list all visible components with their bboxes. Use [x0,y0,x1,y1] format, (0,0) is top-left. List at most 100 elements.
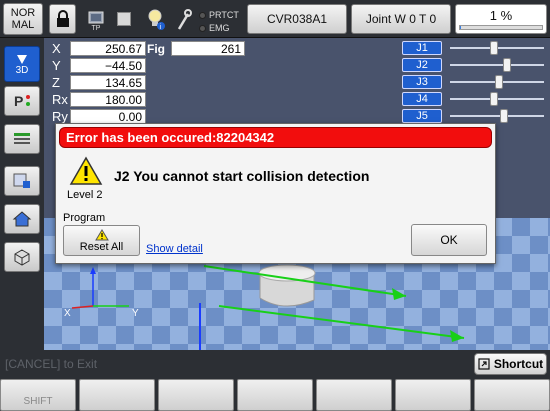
tp-label: TP [91,24,101,32]
robot-name-button[interactable]: CVR038A1 [247,4,347,34]
joint-row-j1: J1 [402,41,544,55]
joint-slider-knob[interactable] [500,109,508,123]
speed-override-button[interactable]: 1 % [455,4,547,34]
program-label: Program [63,212,106,224]
teach-pendant-indicator: TP [85,8,107,34]
joint-slider-j3[interactable] [450,75,544,89]
speed-bar [459,25,543,30]
lock-button[interactable] [49,4,76,34]
error-level: Level 2 [67,189,103,201]
mode-normal-button[interactable]: NOR MAL [3,3,43,35]
fig-value: 261 [171,41,245,56]
top-bar: NOR MAL TP i PRTCT EMG CVR038A1 Joint W … [0,0,550,38]
status-bar: [CANCEL] to Exit Shortcut [0,350,550,378]
io-icon [13,173,30,188]
object-button[interactable] [4,242,40,272]
fkey-1[interactable]: SHIFT [0,379,76,411]
io-button[interactable] [4,166,40,196]
shortcut-icon [478,358,490,370]
info-bulb-button[interactable]: i [146,8,166,32]
list-button[interactable] [4,124,40,154]
joint-row-j3: J3 [402,75,544,89]
lock-icon [56,10,69,27]
error-dialog: Error has been occured:82204342 J2 You c… [55,123,496,264]
coord-row-ry: Ry 0.00 [52,109,146,124]
coord-value: 0.00 [70,109,146,124]
emg-led-icon [199,24,206,32]
lightbulb-icon: i [148,9,165,31]
protect-led-icon [199,11,206,19]
emg-indicator: EMG [199,23,230,33]
joint-button-j2[interactable]: J2 [402,58,442,72]
shortcut-label: Shortcut [493,357,544,371]
figure-readout: Fig 261 [147,41,245,56]
svg-text:P: P [14,93,23,109]
cancel-hint: [CANCEL] to Exit [5,357,98,371]
speed-percent: 1 % [489,8,513,23]
point-button[interactable]: P [4,86,40,116]
error-message: J2 You cannot start collision detection [114,168,370,184]
ok-button[interactable]: OK [411,224,487,256]
joint-slider-knob[interactable] [490,41,498,55]
warning-icon [69,156,103,185]
fig-label: Fig [147,41,165,56]
world-y-arrow-icon [450,330,464,342]
joint-button-j4[interactable]: J4 [402,92,442,106]
points-icon: P [14,93,30,109]
sidebar: 3D P [0,38,44,350]
coord-row-x: X 250.67 [52,41,146,56]
list-icon [14,133,30,144]
fkey-5[interactable] [316,379,392,411]
fkey-4[interactable] [237,379,313,411]
joint-button-j5[interactable]: J5 [402,109,442,123]
joint-row-j4: J4 [402,92,544,106]
reset-all-label: Reset All [79,240,124,253]
3d-view-label: 3D [15,64,29,76]
joint-button-j1[interactable]: J1 [402,41,442,55]
coord-value: 180.00 [70,92,146,107]
warning-small-icon [94,228,109,240]
teach-pendant-icon [88,11,104,23]
coord-label: X [52,41,61,56]
joint-button-j3[interactable]: J3 [402,75,442,89]
world-y-axis [218,305,465,339]
coord-label: Y [52,58,61,73]
fkey-3[interactable] [158,379,234,411]
wrench-icon [177,9,192,30]
fkey-6[interactable] [395,379,471,411]
coord-row-y: Y −44.50 [52,58,146,73]
coord-label: Z [52,75,60,90]
coord-value: 250.67 [70,41,146,56]
tools-button[interactable] [174,8,194,32]
emg-label: EMG [209,23,230,33]
3d-view-button[interactable]: 3D [4,46,40,82]
joint-slider-knob[interactable] [503,58,511,72]
coord-row-z: Z 134.65 [52,75,146,90]
triad-y-label: Y [132,308,139,319]
home-button[interactable] [4,204,40,234]
protect-indicator: PRTCT [199,10,239,20]
triad-z-arrow-icon [90,267,96,274]
mode-label-line2: MAL [11,19,35,31]
coord-label: Rx [52,92,68,107]
joint-slider-knob[interactable] [495,75,503,89]
stop-indicator-icon [117,12,131,26]
fkey-7[interactable] [474,379,550,411]
show-detail-link[interactable]: Show detail [146,243,203,255]
shortcut-button[interactable]: Shortcut [474,353,547,375]
jog-mode-button[interactable]: Joint W 0 T 0 [351,4,451,34]
joint-slider-j4[interactable] [450,92,544,106]
triad-x-axis [71,305,94,309]
coord-row-rx: Rx 180.00 [52,92,146,107]
coord-value: −44.50 [70,58,146,73]
coord-label: Ry [52,109,68,124]
reset-all-button[interactable]: Reset All [63,225,140,256]
joint-row-j2: J2 [402,58,544,72]
joint-slider-j5[interactable] [450,109,544,123]
mode-label-line1: NOR [10,7,36,19]
joint-slider-j1[interactable] [450,41,544,55]
joint-slider-j2[interactable] [450,58,544,72]
fkey-2[interactable] [79,379,155,411]
joint-slider-knob[interactable] [490,92,498,106]
joint-row-j5: J5 [402,109,544,123]
